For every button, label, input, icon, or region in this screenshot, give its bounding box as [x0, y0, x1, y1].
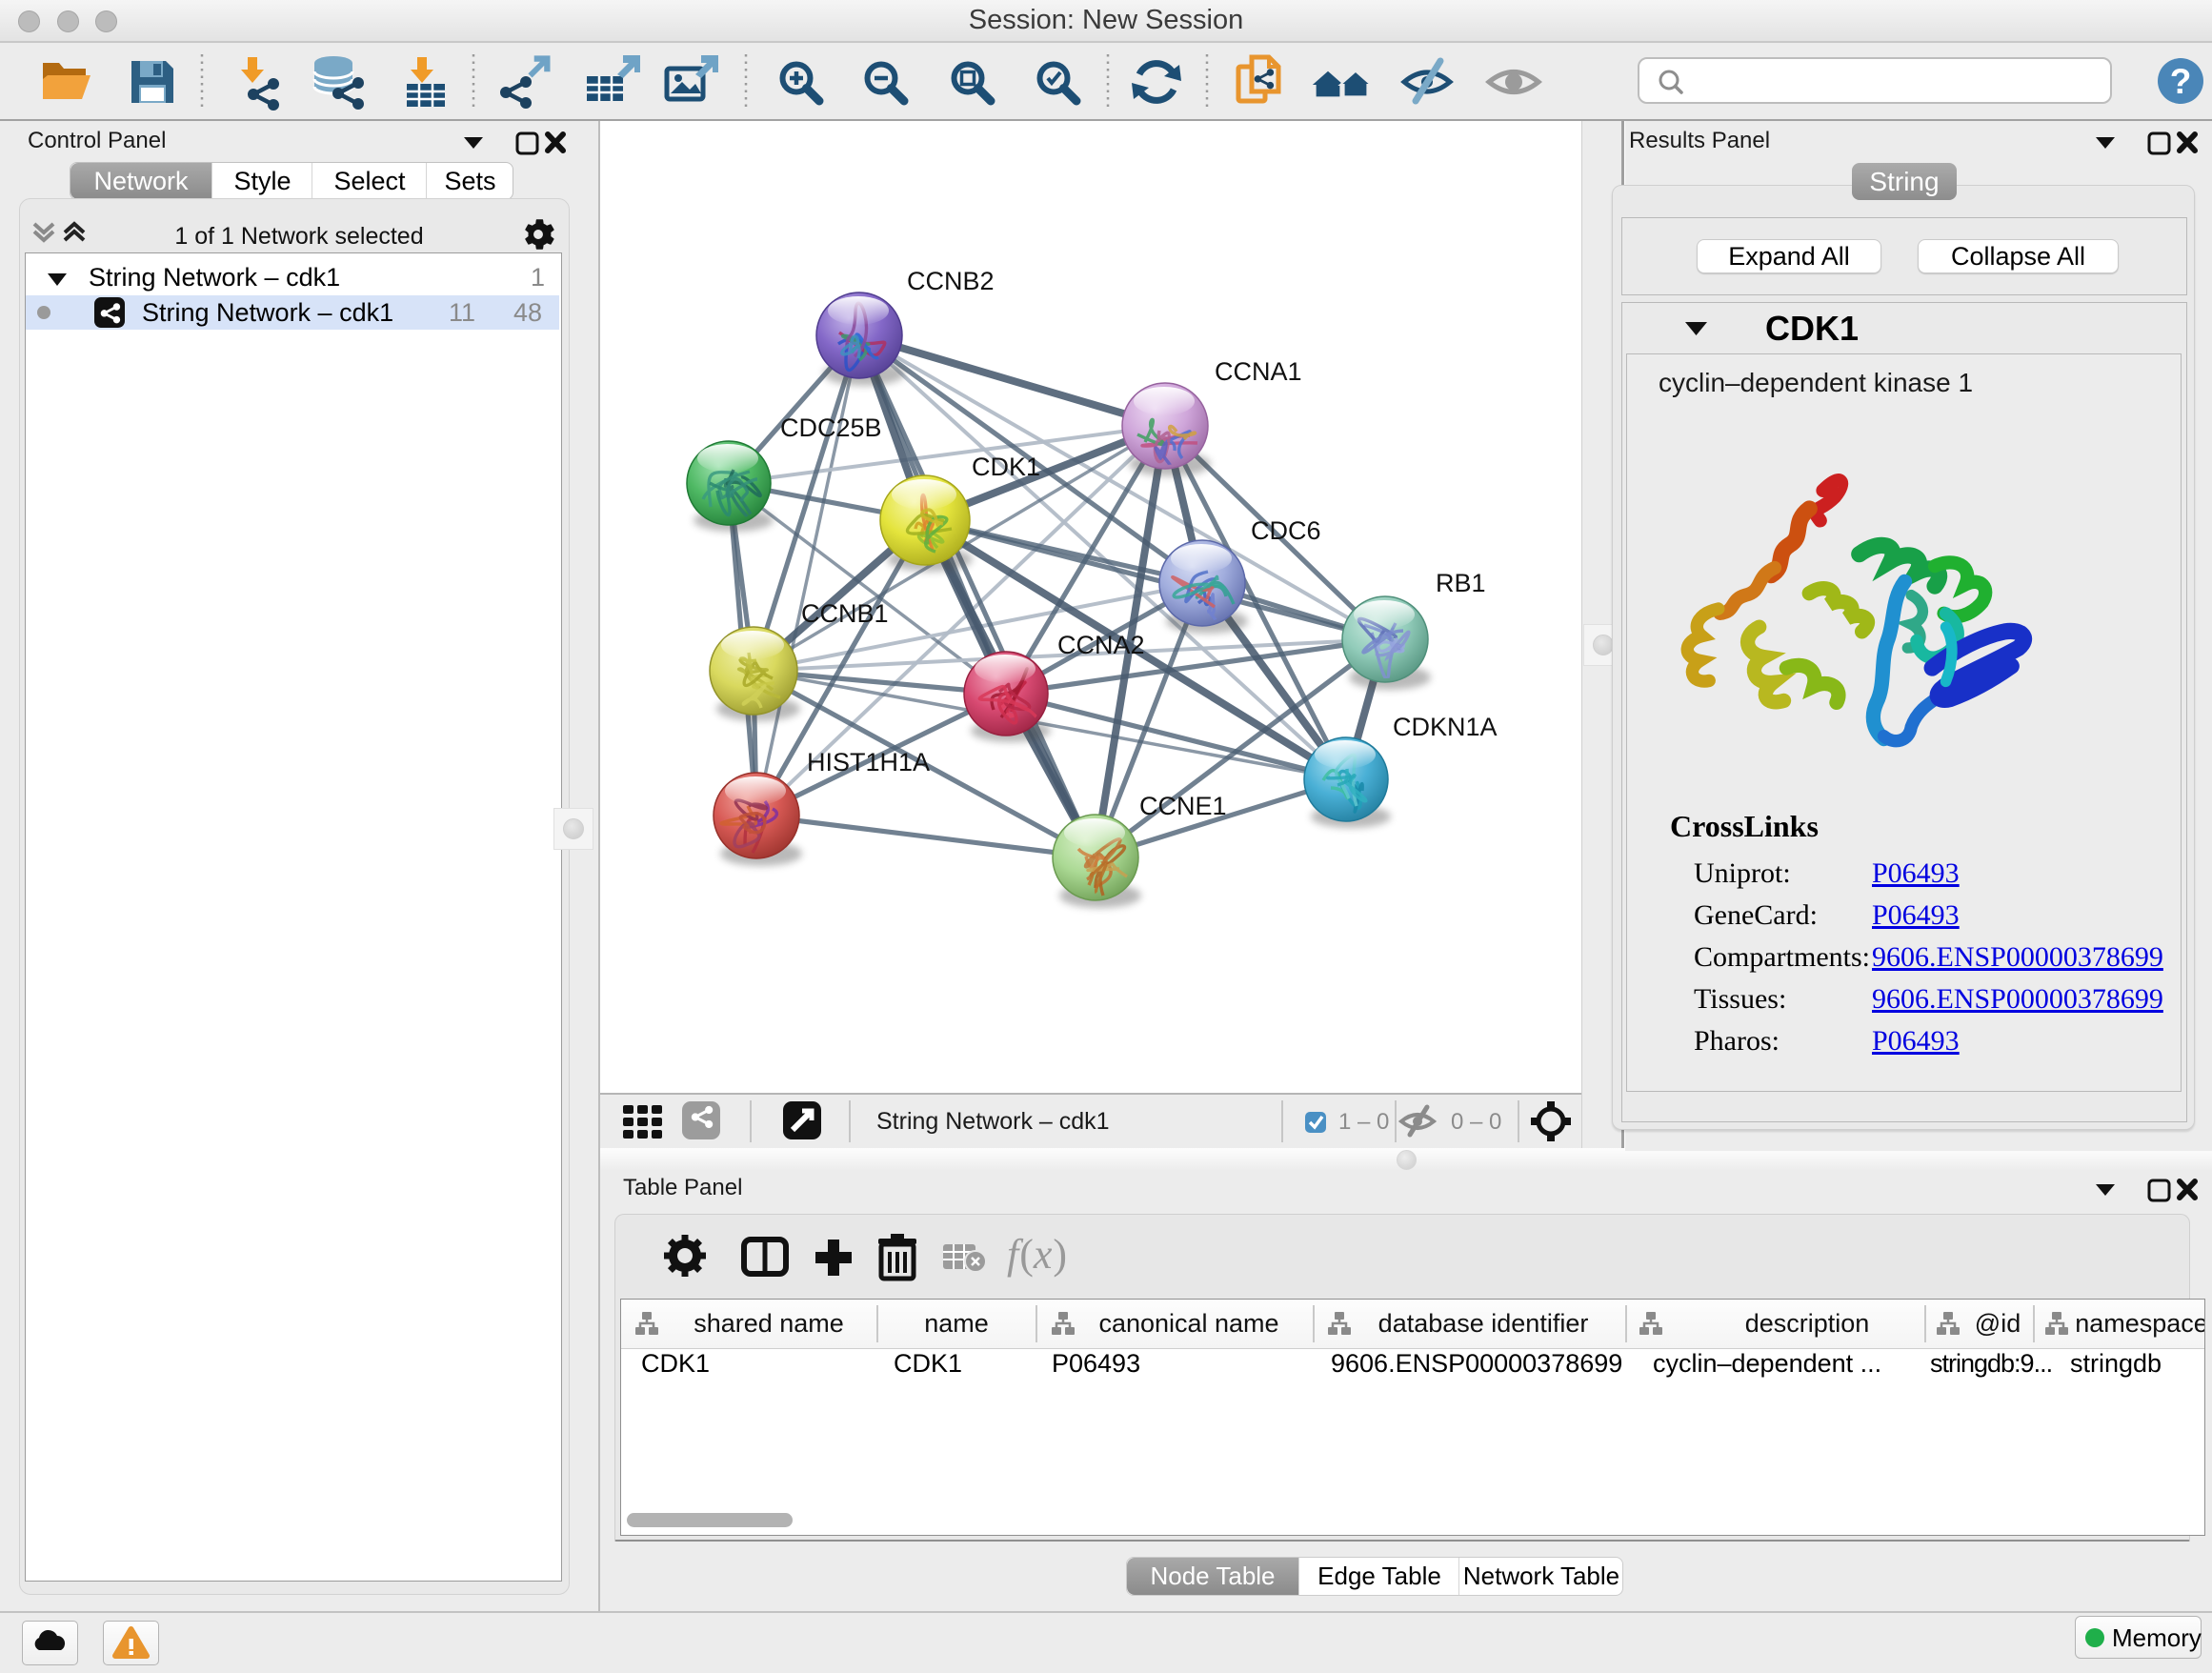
svg-text:?: ?: [2170, 62, 2192, 101]
svg-text:@id: @id: [1975, 1309, 2021, 1338]
svg-text:0 – 0: 0 – 0: [1451, 1109, 1501, 1135]
svg-text:shared name: shared name: [694, 1309, 844, 1338]
svg-text:HIST1H1A: HIST1H1A: [807, 748, 930, 776]
svg-text:namespace: namespace: [2075, 1309, 2204, 1338]
svg-text:CDC25B: CDC25B: [780, 413, 882, 442]
svg-text:canonical name: canonical name: [1098, 1309, 1278, 1338]
svg-text:CDKN1A: CDKN1A: [1393, 713, 1498, 741]
svg-text:CCNA1: CCNA1: [1215, 357, 1302, 386]
svg-text:CCNB2: CCNB2: [907, 267, 995, 295]
svg-text:String Network – cdk1: String Network – cdk1: [876, 1108, 1110, 1135]
svg-text:CDC6: CDC6: [1251, 516, 1321, 545]
svg-text:f(x): f(x): [1007, 1231, 1067, 1278]
svg-text:CDK1: CDK1: [972, 453, 1040, 481]
svg-text:CCNE1: CCNE1: [1139, 792, 1227, 820]
svg-text:RB1: RB1: [1436, 569, 1486, 597]
svg-text:database identifier: database identifier: [1378, 1309, 1589, 1338]
svg-text:1 – 0: 1 – 0: [1338, 1109, 1389, 1135]
svg-text:name: name: [924, 1309, 989, 1338]
svg-text:CCNA2: CCNA2: [1057, 631, 1145, 659]
svg-text:description: description: [1745, 1309, 1870, 1338]
svg-text:CCNB1: CCNB1: [801, 599, 889, 628]
